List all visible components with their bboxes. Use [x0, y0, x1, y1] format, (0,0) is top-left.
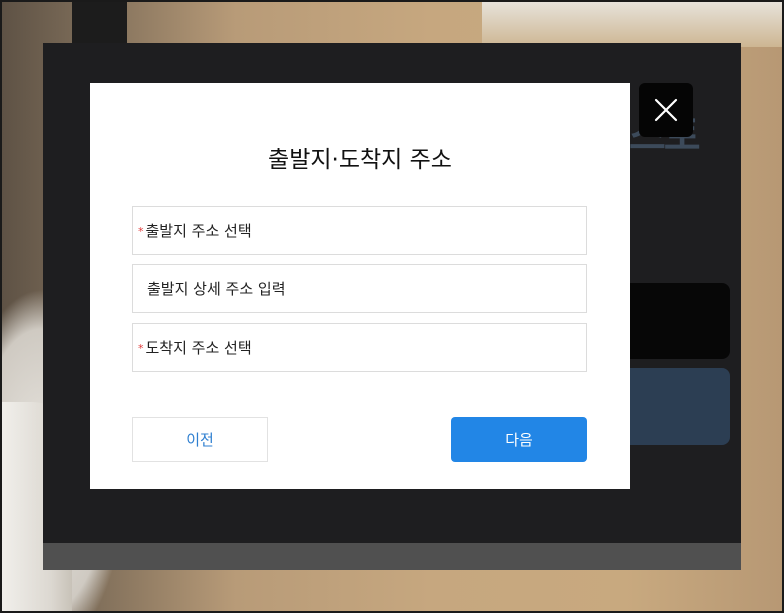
close-button[interactable]	[639, 83, 693, 137]
arrival-address-label: 도착지 주소 선택	[145, 339, 252, 357]
departure-address-select[interactable]: * 출발지 주소 선택	[132, 206, 587, 255]
address-modal: 출발지·도착지 주소 * 출발지 주소 선택 출발지 상세 주소 입력 * 도착…	[90, 83, 630, 489]
departure-detail-address-label: 출발지 상세 주소 입력	[147, 280, 286, 298]
underlying-footer	[43, 543, 741, 570]
required-mark: *	[138, 225, 144, 238]
prev-button[interactable]: 이전	[132, 417, 268, 462]
next-button[interactable]: 다음	[451, 417, 587, 462]
required-mark: *	[138, 342, 144, 355]
modal-title: 출발지·도착지 주소	[268, 147, 452, 173]
background-box	[482, 2, 782, 47]
departure-detail-address-input[interactable]: 출발지 상세 주소 입력	[132, 264, 587, 313]
departure-address-label: 출발지 주소 선택	[145, 222, 252, 240]
close-icon	[654, 98, 678, 122]
background-shadow	[72, 2, 127, 47]
arrival-address-select[interactable]: * 도착지 주소 선택	[132, 323, 587, 372]
